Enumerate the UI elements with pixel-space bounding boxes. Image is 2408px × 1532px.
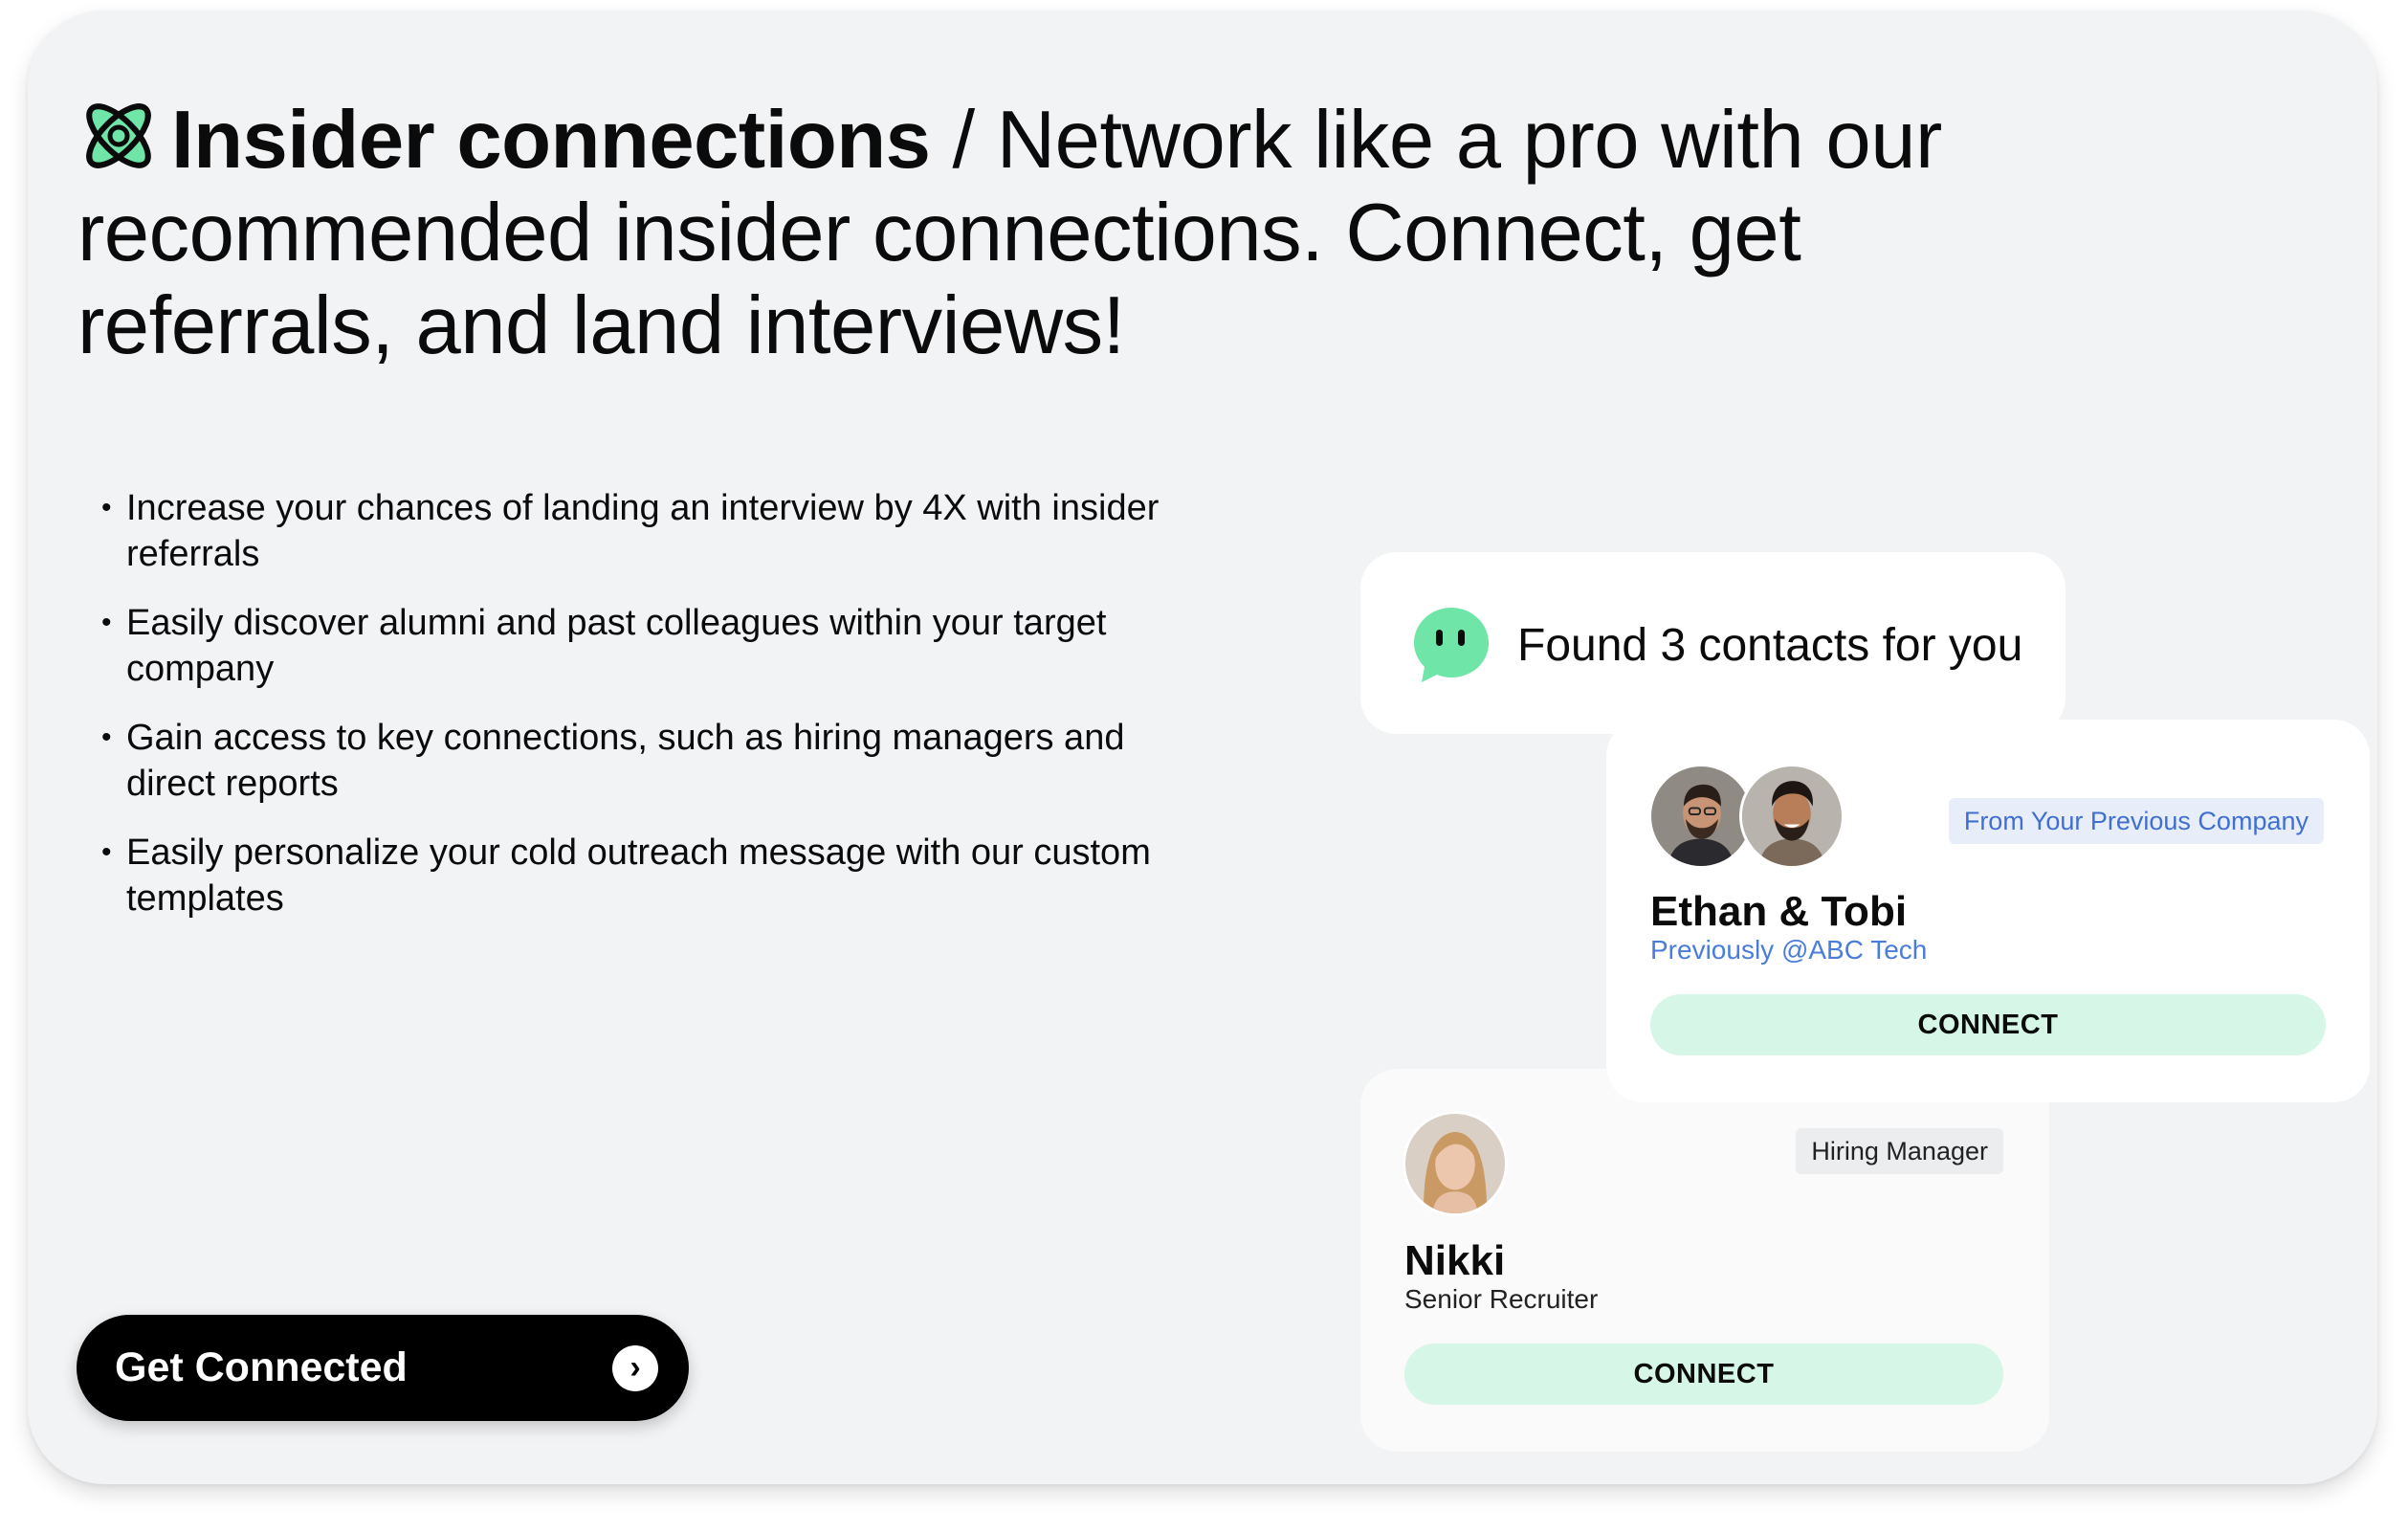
chevron-right-icon: › [612, 1345, 658, 1391]
feature-item: • Easily personalize your cold outreach m… [77, 830, 1206, 921]
bullet-dot: • [101, 492, 112, 523]
avatar [1739, 764, 1845, 869]
feature-text: Easily discover alumni and past colleagu… [126, 603, 1107, 689]
headline-bold: Insider connections [171, 95, 931, 186]
contact-subtitle: Senior Recruiter [1404, 1284, 1599, 1314]
get-connected-button[interactable]: Get Connected › [77, 1315, 689, 1421]
bullet-dot: • [101, 607, 112, 638]
contact-card: Hiring Manager Nikki Senior Recruiter CO… [1360, 1069, 2049, 1452]
page-headline: Insider connections / Network like a pro… [77, 94, 1953, 372]
feature-text: Gain access to key connections, such as … [126, 718, 1125, 804]
contact-name: Nikki [1404, 1237, 1506, 1284]
feature-item: • Gain access to key connections, such as… [77, 715, 1206, 807]
feature-text: Easily personalize your cold outreach me… [126, 833, 1151, 919]
get-connected-label: Get Connected [115, 1344, 408, 1390]
feature-item: • Easily discover alumni and past colleag… [77, 600, 1206, 692]
feature-card: Insider connections / Network like a pro… [28, 11, 2377, 1484]
contact-card: From Your Previous Company Ethan & Tobi … [1606, 720, 2370, 1102]
bullet-dot: • [101, 722, 112, 753]
role-badge: Hiring Manager [1796, 1128, 2003, 1174]
atom-icon [77, 95, 160, 177]
feature-text: Increase your chances of landing an inte… [126, 488, 1160, 574]
contact-subtitle[interactable]: Previously @ABC Tech [1650, 934, 1927, 966]
contact-name: Ethan & Tobi [1650, 888, 1908, 935]
connect-button[interactable]: CONNECT [1650, 994, 2326, 1055]
avatar [1403, 1111, 1508, 1216]
connection-source-badge: From Your Previous Company [1948, 798, 2324, 844]
feature-list: • Increase your chances of landing an int… [77, 485, 1206, 944]
feature-item: • Increase your chances of landing an int… [77, 485, 1206, 577]
found-contacts-text: Found 3 contacts for you [1517, 620, 2023, 671]
chat-bot-icon [1410, 604, 1492, 686]
found-contacts-banner: Found 3 contacts for you [1360, 552, 2066, 734]
bullet-dot: • [101, 836, 112, 868]
connect-button[interactable]: CONNECT [1404, 1343, 2003, 1405]
avatar [1648, 764, 1754, 869]
